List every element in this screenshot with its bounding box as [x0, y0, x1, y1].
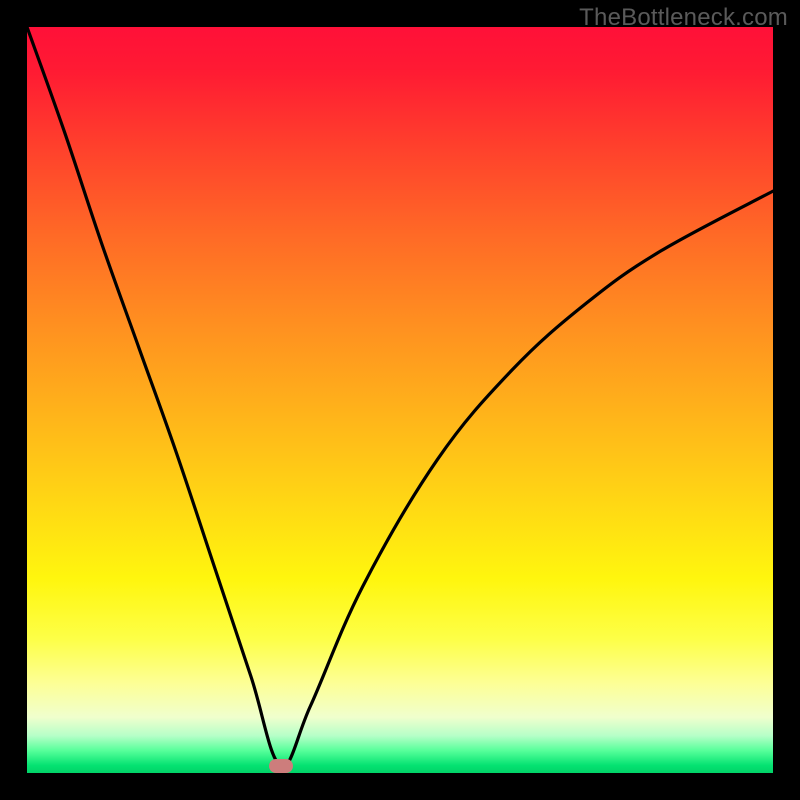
plot-area	[27, 27, 773, 773]
chart-frame: TheBottleneck.com	[0, 0, 800, 800]
bottleneck-curve	[27, 27, 773, 766]
optimum-marker	[269, 759, 293, 773]
watermark-text: TheBottleneck.com	[579, 4, 788, 32]
curve-svg	[27, 27, 773, 773]
